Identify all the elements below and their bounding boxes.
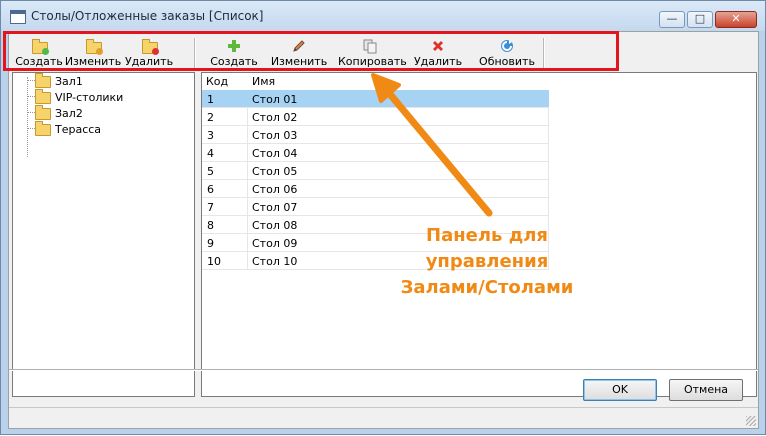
table-row[interactable]: 2 Стол 02 xyxy=(202,108,549,126)
window-title: Столы/Отложенные заказы [Список] xyxy=(31,9,264,23)
ok-button[interactable]: OK xyxy=(583,379,657,401)
table-row[interactable]: 5 Стол 05 xyxy=(202,162,549,180)
tree-item-label: Зал1 xyxy=(55,75,83,88)
footer-divider xyxy=(9,369,758,370)
close-button[interactable]: ✕ xyxy=(715,11,757,28)
hall-delete-label: Удалить xyxy=(124,55,174,68)
cell-name: Стол 04 xyxy=(252,147,298,160)
hall-create-label: Создать xyxy=(15,55,63,68)
column-header-name[interactable]: Имя xyxy=(252,75,275,88)
tree-item-label: Зал2 xyxy=(55,107,83,120)
toolbar-separator xyxy=(194,38,195,68)
tree-line xyxy=(27,96,35,97)
cell-name: Стол 08 xyxy=(252,219,298,232)
refresh-button[interactable]: Обновить xyxy=(477,36,537,70)
table-row[interactable]: 6 Стол 06 xyxy=(202,180,549,198)
refresh-label: Обновить xyxy=(479,55,535,68)
table-window-icon xyxy=(10,10,26,24)
table-edit-button[interactable]: Изменить xyxy=(269,36,329,70)
cell-name: Стол 01 xyxy=(252,93,298,106)
tree-item-label: Терасса xyxy=(55,123,102,136)
table-row[interactable]: 1 Стол 01 xyxy=(202,90,549,108)
tree-line xyxy=(27,112,35,113)
refresh-icon xyxy=(499,38,515,54)
folder-add-icon xyxy=(31,38,49,55)
title-bar[interactable]: Столы/Отложенные заказы [Список] — □ ✕ xyxy=(1,1,765,31)
table-copy-label: Копировать xyxy=(338,55,407,68)
table-edit-label: Изменить xyxy=(270,55,328,68)
cell-name: Стол 09 xyxy=(252,237,298,250)
table-row[interactable]: 3 Стол 03 xyxy=(202,126,549,144)
table-row[interactable]: 7 Стол 07 xyxy=(202,198,549,216)
toolbar: Создать Изменить Удалить Создать Изменит… xyxy=(9,36,758,70)
plus-icon xyxy=(226,38,242,54)
annotation-text: Панель для управления Залами/Столами xyxy=(367,223,607,301)
cell-code: 10 xyxy=(207,255,221,268)
cell-code: 3 xyxy=(207,129,214,142)
folder-icon xyxy=(35,89,51,104)
table-copy-button[interactable]: Копировать xyxy=(338,36,407,70)
cell-code: 4 xyxy=(207,147,214,160)
resize-grip[interactable] xyxy=(746,416,756,426)
hall-create-button[interactable]: Создать xyxy=(9,36,69,70)
maximize-button[interactable]: □ xyxy=(687,11,713,28)
minimize-button[interactable]: — xyxy=(659,11,685,28)
delete-x-icon xyxy=(430,38,446,54)
table-create-button[interactable]: Создать xyxy=(204,36,264,70)
tree-item-label: VIP-столики xyxy=(55,91,124,104)
app-window: Столы/Отложенные заказы [Список] — □ ✕ С… xyxy=(0,0,766,435)
copy-icon xyxy=(362,38,378,54)
column-header-code[interactable]: Код xyxy=(206,75,228,88)
tree-line xyxy=(27,128,35,129)
grid-header: Код Имя xyxy=(202,73,756,90)
tree-line xyxy=(27,77,28,157)
cell-code: 2 xyxy=(207,111,214,124)
halls-tree[interactable]: Зал1 VIP-столики Зал2 Терасса xyxy=(12,72,195,397)
cell-code: 7 xyxy=(207,201,214,214)
folder-icon xyxy=(35,105,51,120)
toolbar-separator xyxy=(543,38,544,68)
table-create-label: Создать xyxy=(210,55,258,68)
cell-name: Стол 10 xyxy=(252,255,298,268)
hall-edit-label: Изменить xyxy=(64,55,122,68)
folder-edit-icon xyxy=(85,38,103,55)
hall-edit-button[interactable]: Изменить xyxy=(63,36,123,70)
table-row[interactable]: 4 Стол 04 xyxy=(202,144,549,162)
cell-code: 6 xyxy=(207,183,214,196)
tree-line xyxy=(27,80,35,81)
folder-delete-icon xyxy=(141,38,159,55)
cell-code: 8 xyxy=(207,219,214,232)
table-delete-label: Удалить xyxy=(413,55,463,68)
cell-name: Стол 07 xyxy=(252,201,298,214)
cell-name: Стол 03 xyxy=(252,129,298,142)
status-bar xyxy=(9,407,758,428)
folder-icon xyxy=(35,121,51,136)
cancel-button[interactable]: Отмена xyxy=(669,379,743,401)
annotation-line-1: Панель для управления xyxy=(425,225,549,272)
cell-code: 9 xyxy=(207,237,214,250)
hall-delete-button[interactable]: Удалить xyxy=(119,36,179,70)
annotation-line-2: Залами/Столами xyxy=(400,277,574,298)
cell-name: Стол 05 xyxy=(252,165,298,178)
cell-code: 1 xyxy=(207,93,214,106)
cell-code: 5 xyxy=(207,165,214,178)
pencil-icon xyxy=(291,38,307,54)
table-delete-button[interactable]: Удалить xyxy=(408,36,468,70)
folder-icon xyxy=(35,73,51,88)
cell-name: Стол 06 xyxy=(252,183,298,196)
cell-name: Стол 02 xyxy=(252,111,298,124)
